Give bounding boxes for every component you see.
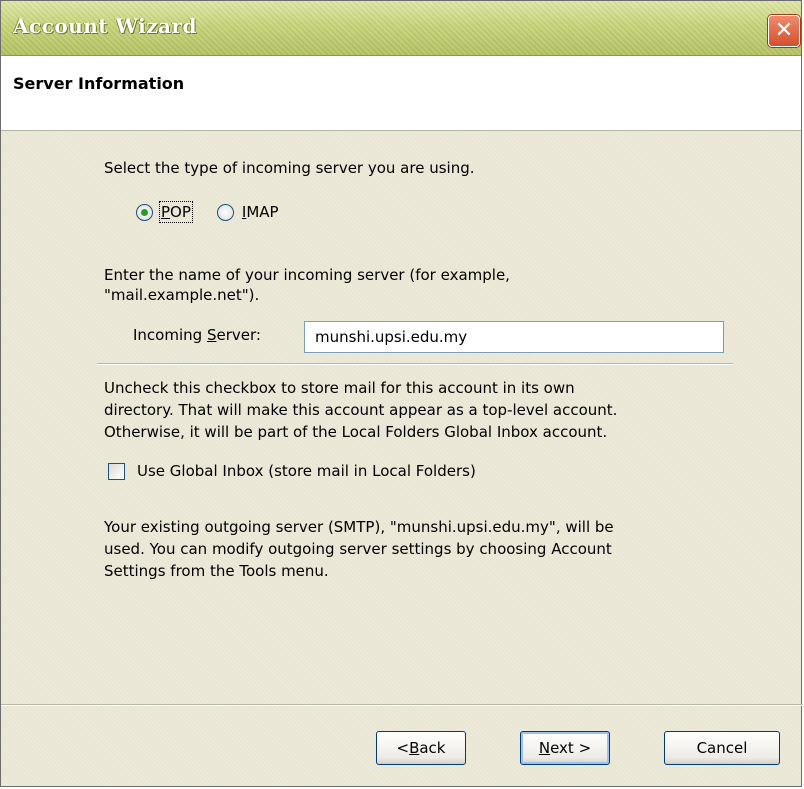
global-inbox-desc-line3: Otherwise, it will be part of the Local … — [104, 423, 608, 441]
back-button[interactable]: < Back — [376, 731, 466, 765]
outgoing-info-line3: Settings from the Tools menu. — [104, 562, 329, 580]
wizard-header: Server Information — [1, 56, 801, 131]
page-title: Server Information — [13, 74, 185, 93]
outgoing-info-line2: used. You can modify outgoing server set… — [104, 540, 612, 558]
divider — [97, 363, 733, 365]
window-title: Account Wizard — [13, 14, 198, 38]
incoming-server-input[interactable]: munshi.upsi.edu.my — [304, 321, 724, 353]
wizard-content: Select the type of incoming server you a… — [1, 131, 803, 786]
account-wizard-window: Account Wizard ✕ Server Information Sele… — [0, 0, 803, 787]
pop-radio-label[interactable]: POP — [159, 201, 193, 223]
outgoing-info-line1: Your existing outgoing server (SMTP), "m… — [104, 518, 614, 536]
footer-divider — [1, 704, 803, 706]
next-button[interactable]: Next > — [520, 731, 610, 765]
radio-selected-dot — [141, 208, 148, 216]
global-inbox-checkbox-label[interactable]: Use Global Inbox (store mail in Local Fo… — [137, 462, 476, 480]
global-inbox-desc-line2: directory. That will make this account a… — [104, 401, 618, 419]
incoming-prompt-line1: Enter the name of your incoming server (… — [104, 266, 510, 284]
incoming-prompt-line2: "mail.example.net"). — [104, 286, 260, 304]
global-inbox-option: Use Global Inbox (store mail in Local Fo… — [108, 462, 476, 480]
cancel-button[interactable]: Cancel — [664, 731, 780, 765]
incoming-server-label: Incoming Server: — [133, 326, 261, 344]
title-bar[interactable]: Account Wizard ✕ — [1, 1, 801, 56]
global-inbox-desc-line1: Uncheck this checkbox to store mail for … — [104, 379, 575, 397]
close-button[interactable]: ✕ — [768, 15, 800, 47]
server-type-group: POP IMAP — [136, 201, 279, 223]
global-inbox-checkbox[interactable] — [108, 462, 125, 480]
close-icon: ✕ — [774, 18, 794, 43]
imap-radio[interactable] — [216, 203, 234, 221]
pop-radio[interactable] — [136, 203, 153, 221]
server-type-prompt: Select the type of incoming server you a… — [104, 159, 475, 177]
imap-radio-label[interactable]: IMAP — [242, 203, 279, 221]
